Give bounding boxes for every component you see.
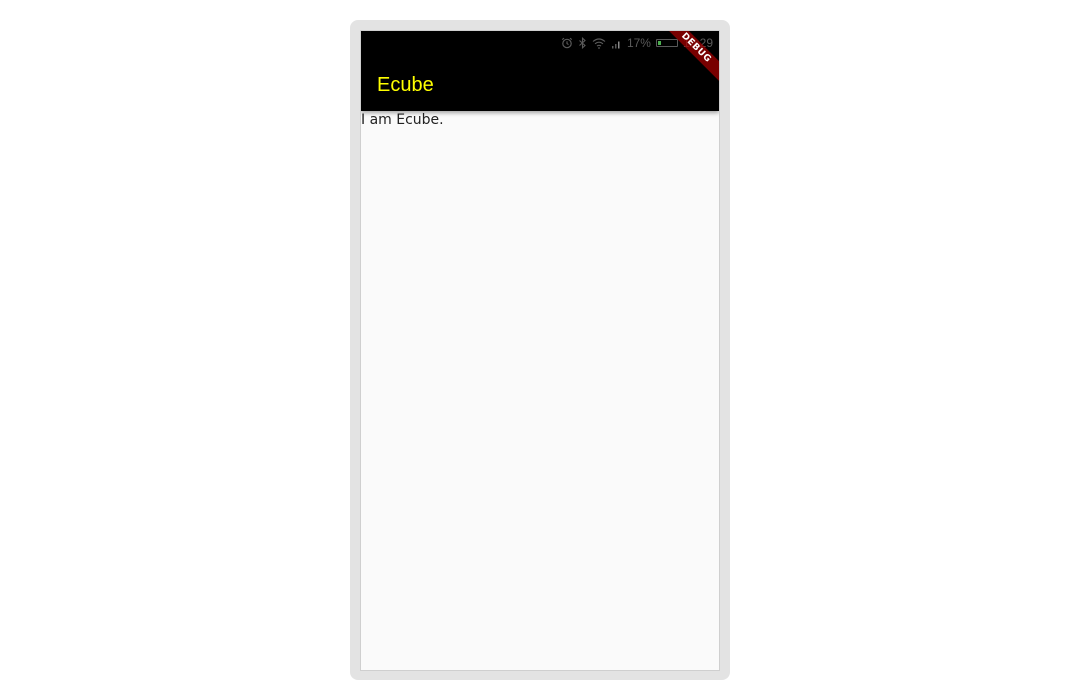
battery-icon — [655, 39, 678, 47]
signal-icon — [611, 38, 622, 49]
device-frame: 17% 10:29 Ecube DEBUG I am Ecube. — [350, 20, 730, 680]
app-bar: 17% 10:29 Ecube DEBUG — [361, 31, 719, 111]
status-time: 10:29 — [682, 36, 713, 50]
wifi-icon — [592, 37, 606, 49]
battery-percent: 17% — [626, 36, 651, 50]
app-title: Ecube — [377, 74, 434, 96]
battery-fill — [657, 41, 662, 45]
bluetooth-icon — [578, 37, 587, 49]
status-bar: 17% 10:29 — [361, 31, 719, 55]
alarm-icon — [561, 37, 573, 49]
phone-screen: 17% 10:29 Ecube DEBUG I am Ecube. — [360, 30, 720, 671]
body-text: I am Ecube. — [361, 112, 444, 128]
